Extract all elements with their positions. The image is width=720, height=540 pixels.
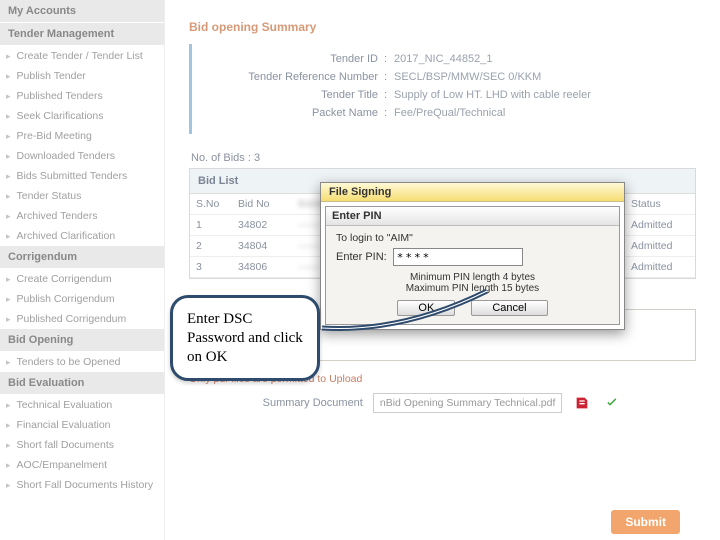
sidebar-item-published-tenders[interactable]: Published Tenders <box>0 86 164 106</box>
sidebar-item-publish-corrigendum[interactable]: Publish Corrigendum <box>0 289 164 309</box>
submit-button[interactable]: Submit <box>611 510 680 534</box>
sidebar-item-create-corrigendum[interactable]: Create Corrigendum <box>0 269 164 289</box>
section-title: Bid opening Summary <box>189 20 696 34</box>
summary-value-packet: Fee/PreQual/Technical <box>394 107 505 119</box>
sign-document-icon[interactable] <box>572 393 592 413</box>
cell-bidno: 34804 <box>232 236 292 256</box>
col-sno: S.No <box>190 194 232 214</box>
sidebar-item-bids-submitted-tenders[interactable]: Bids Submitted Tenders <box>0 166 164 186</box>
sidebar-item-create-tender[interactable]: Create Tender / Tender List <box>0 46 164 66</box>
cell-sno: 3 <box>190 257 232 277</box>
instruction-callout: Enter DSC Password and click on OK <box>170 295 320 381</box>
sidebar-item-seek-clarifications[interactable]: Seek Clarifications <box>0 106 164 126</box>
sidebar-head-corrigendum[interactable]: Corrigendum <box>0 246 164 269</box>
cell-sno: 2 <box>190 236 232 256</box>
summary-label-ref-no: Tender Reference Number <box>204 71 384 83</box>
enter-pin-title: Enter PIN <box>326 207 619 226</box>
sidebar-item-technical-evaluation[interactable]: Technical Evaluation <box>0 395 164 415</box>
sidebar-item-short-fall-documents-history[interactable]: Short Fall Documents History <box>0 475 164 495</box>
login-target-text: To login to "AIM" <box>336 232 609 244</box>
summary-doc-filename: nBid Opening Summary Technical.pdf <box>373 393 563 413</box>
sidebar-item-financial-evaluation[interactable]: Financial Evaluation <box>0 415 164 435</box>
summary-label-packet: Packet Name <box>204 107 384 119</box>
summary-label-tender-id: Tender ID <box>204 53 384 65</box>
cell-sno: 1 <box>190 215 232 235</box>
file-signing-title: File Signing <box>321 183 624 202</box>
col-status: Status <box>625 194 695 214</box>
summary-value-tender-id: 2017_NIC_44852_1 <box>394 53 492 65</box>
sidebar-item-short-fall-documents[interactable]: Short fall Documents <box>0 435 164 455</box>
pin-label: Enter PIN: <box>336 251 387 263</box>
summary-value-title: Supply of Low HT. LHD with cable reeler <box>394 89 591 101</box>
sidebar-head-bid-evaluation[interactable]: Bid Evaluation <box>0 372 164 395</box>
bid-count-label: No. of Bids : 3 <box>191 152 696 164</box>
sidebar-head-my-accounts[interactable]: My Accounts <box>0 0 164 23</box>
sidebar-item-downloaded-tenders[interactable]: Downloaded Tenders <box>0 146 164 166</box>
sidebar-item-pre-bid-meeting[interactable]: Pre-Bid Meeting <box>0 126 164 146</box>
sidebar-item-publish-tender[interactable]: Publish Tender <box>0 66 164 86</box>
sidebar-item-archived-clarification[interactable]: Archived Clarification <box>0 226 164 246</box>
bid-summary-box: Tender ID:2017_NIC_44852_1 Tender Refere… <box>189 44 696 134</box>
sidebar-item-tenders-to-be-opened[interactable]: Tenders to be Opened <box>0 352 164 372</box>
summary-label-title: Tender Title <box>204 89 384 101</box>
cell-bidno: 34806 <box>232 257 292 277</box>
cell-status: Admitted <box>625 236 695 256</box>
sidebar-head-bid-opening[interactable]: Bid Opening <box>0 329 164 352</box>
sidebar-item-published-corrigendum[interactable]: Published Corrigendum <box>0 309 164 329</box>
pin-input[interactable] <box>393 248 523 266</box>
col-bidno: Bid No <box>232 194 292 214</box>
cell-status: Admitted <box>625 257 695 277</box>
callout-arrow-icon <box>322 283 492 343</box>
cell-status: Admitted <box>625 215 695 235</box>
sidebar-head-tender-management[interactable]: Tender Management <box>0 23 164 46</box>
summary-doc-label: Summary Document <box>263 397 363 409</box>
sidebar-item-tender-status[interactable]: Tender Status <box>0 186 164 206</box>
sidebar-item-aoc-empanelment[interactable]: AOC/Empanelment <box>0 455 164 475</box>
sidebar: My Accounts Tender Management Create Ten… <box>0 0 165 540</box>
verify-document-icon[interactable] <box>602 393 622 413</box>
pin-hint-min: Minimum PIN length 4 bytes <box>336 272 609 283</box>
sidebar-item-archived-tenders[interactable]: Archived Tenders <box>0 206 164 226</box>
summary-value-ref-no: SECL/BSP/MMW/SEC 0/KKM <box>394 71 541 83</box>
callout-text: Enter DSC Password and click on OK <box>170 295 320 381</box>
cell-bidno: 34802 <box>232 215 292 235</box>
